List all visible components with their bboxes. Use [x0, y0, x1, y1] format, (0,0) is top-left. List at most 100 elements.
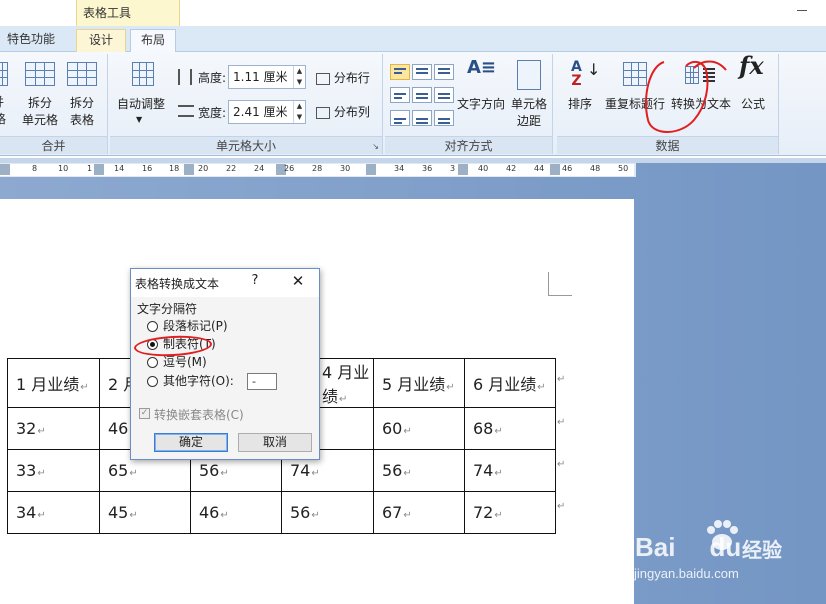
ruler-number: 36 [422, 164, 433, 173]
autofit-dropdown-icon: ▼ [136, 115, 143, 124]
help-icon[interactable]: ? [247, 273, 263, 288]
align-bottom-center-icon[interactable] [412, 110, 432, 126]
sort-arrow-icon: ↓ [587, 60, 601, 79]
width-spin-arrows-icon[interactable]: ▲ ▼ [293, 101, 305, 123]
cell-text: 32 [16, 419, 37, 438]
tab-layout[interactable]: 布局 [130, 29, 176, 53]
autofit-icon [132, 62, 154, 86]
cell-text: 65 [108, 461, 129, 480]
cell-end-mark-icon: ↵ [80, 382, 89, 393]
formula-label: 公式 [740, 97, 765, 111]
align-top-center-icon[interactable] [412, 64, 432, 80]
align-bottom-right-icon[interactable] [434, 110, 454, 126]
cell-end-mark-icon: ↵ [403, 426, 412, 437]
distribute-columns-button[interactable]: 分布列 [316, 104, 380, 120]
table-cell[interactable]: 74↵ [464, 449, 556, 492]
cell-text: 34 [16, 503, 37, 522]
tab-design[interactable]: 设计 [76, 29, 126, 52]
cell-end-mark-icon: ↵ [220, 468, 229, 479]
checkbox-label: 转换嵌套表格(C) [154, 408, 244, 422]
sort-label: 排序 [567, 97, 592, 111]
row-end-mark-icon: ↵ [557, 374, 566, 385]
height-spin-arrows-icon[interactable]: ▲ ▼ [293, 66, 305, 88]
align-bottom-left-icon[interactable] [390, 110, 410, 126]
align-middle-center-icon[interactable] [412, 87, 432, 103]
column-width-icon [178, 105, 194, 117]
cell-end-mark-icon: ↵ [37, 468, 46, 479]
distribute-rows-button[interactable]: 分布行 [316, 70, 380, 86]
annotation-scribble [644, 60, 727, 133]
ruler-column-marker[interactable] [458, 164, 468, 175]
cell-end-mark-icon: ↵ [403, 468, 412, 479]
horizontal-ruler[interactable]: 8 10 1 14 16 18 20 22 24 26 28 30 34 36 … [0, 163, 636, 177]
ruler-number: 16 [142, 164, 153, 173]
table-cell[interactable]: 1 月业绩↵ [7, 358, 100, 408]
radio-label: 逗号(M) [163, 355, 207, 369]
tab-special-features[interactable]: 特色功能 [0, 29, 62, 52]
ruler-number: 28 [312, 164, 323, 173]
table-cell[interactable]: 46↵ [190, 491, 282, 534]
other-character-input[interactable]: - [247, 373, 277, 390]
table-cell[interactable]: 56↵ [281, 491, 374, 534]
ruler-column-marker[interactable] [550, 164, 560, 175]
table-cell[interactable]: 68↵ [464, 407, 556, 450]
cell-end-mark-icon: ↵ [494, 510, 503, 521]
minimize-icon[interactable] [794, 3, 810, 17]
cell-end-mark-icon: ↵ [129, 468, 138, 479]
dialog-title-bar[interactable]: 表格转换成文本 ? ✕ [131, 269, 319, 297]
row-end-mark-icon: ↵ [557, 501, 566, 512]
cell-end-mark-icon: ↵ [37, 510, 46, 521]
cell-text: 56 [199, 461, 220, 480]
cell-text: 33 [16, 461, 37, 480]
radio-label: 其他字符(O): [163, 374, 234, 388]
table-cell[interactable]: 33↵ [7, 449, 100, 492]
table-cell[interactable]: 45↵ [99, 491, 191, 534]
convert-table-to-text-dialog: 表格转换成文本 ? ✕ 文字分隔符 段落标记(P) 制表符(T) 逗号(M) 其… [130, 268, 320, 460]
ruler-column-marker[interactable] [0, 164, 10, 175]
width-spinner[interactable]: 2.41 厘米 ▲ ▼ [228, 100, 306, 124]
table-cell[interactable]: 56↵ [373, 449, 465, 492]
ruler-column-marker[interactable] [184, 164, 194, 175]
cancel-button[interactable]: 取消 [238, 433, 312, 452]
ruler-number: 46 [562, 164, 573, 173]
merge-group-label: 合并 [0, 136, 107, 154]
ruler-number: 22 [226, 164, 237, 173]
fx-icon: fx [739, 51, 764, 80]
radio-circle-icon[interactable] [147, 376, 158, 387]
cell-end-mark-icon: ↵ [494, 426, 503, 437]
alignment-group: A≡ 文字方向 单元格 边距 对齐方式 [385, 54, 553, 154]
distribute-rows-label: 分布行 [333, 71, 370, 85]
ruler-number: 24 [254, 164, 265, 173]
radio-circle-icon[interactable] [147, 357, 158, 368]
cell-margins-icon [517, 60, 541, 90]
align-middle-left-icon[interactable] [390, 87, 410, 103]
align-top-left-icon[interactable] [390, 64, 410, 80]
ruler-number: 3 [450, 164, 456, 173]
table-cell[interactable]: 67↵ [373, 491, 465, 534]
cell-end-mark-icon: ↵ [446, 382, 455, 393]
align-top-right-icon[interactable] [434, 64, 454, 80]
ruler-number: 26 [284, 164, 295, 173]
ok-button[interactable]: 确定 [154, 433, 228, 452]
table-cell[interactable]: 5 月业绩↵ [373, 358, 465, 408]
ruler-number: 40 [478, 164, 489, 173]
table-cell[interactable]: 60↵ [373, 407, 465, 450]
align-middle-right-icon[interactable] [434, 87, 454, 103]
cell-end-mark-icon: ↵ [37, 426, 46, 437]
height-spinner[interactable]: 1.11 厘米 ▲ ▼ [228, 65, 306, 89]
table-cell[interactable]: 72↵ [464, 491, 556, 534]
radio-circle-icon[interactable] [147, 321, 158, 332]
ruler-number: 8 [32, 164, 38, 173]
dialog-launcher-icon[interactable]: ↘ [372, 142, 379, 151]
table-cell[interactable]: 32↵ [7, 407, 100, 450]
alignment-group-label: 对齐方式 [385, 136, 552, 154]
watermark-brand-part2: du [709, 532, 742, 562]
cell-text: 56 [290, 503, 311, 522]
checkbox-checked-icon[interactable]: ✓ [139, 408, 150, 419]
table-cell[interactable]: 34↵ [7, 491, 100, 534]
ruler-column-marker[interactable] [366, 164, 376, 175]
ruler-column-marker[interactable] [94, 164, 104, 175]
close-icon[interactable]: ✕ [289, 272, 307, 290]
ribbon-tab-row: 特色功能 设计 布局 [0, 26, 826, 53]
table-cell[interactable]: 6 月业绩↵ [464, 358, 556, 408]
